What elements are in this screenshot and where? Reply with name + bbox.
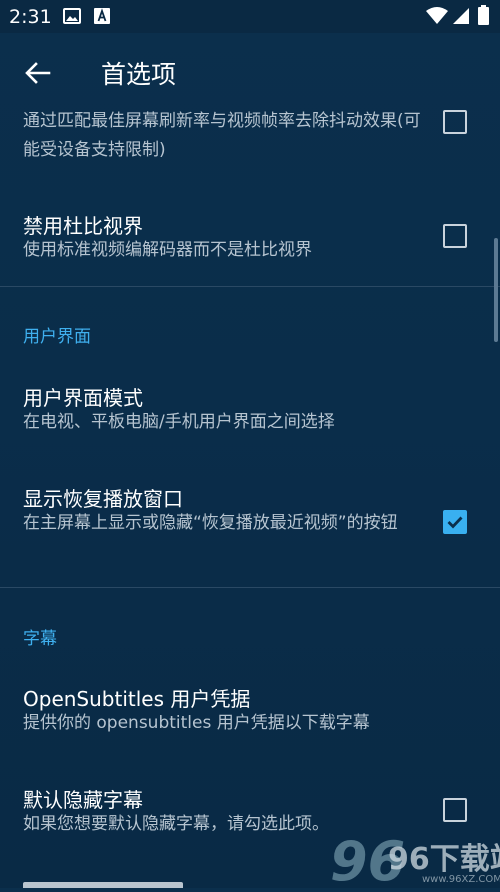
signal-icon — [453, 8, 469, 24]
pref-disable-dolby-vision[interactable]: 禁用杜比视界 使用标准视频编解码器而不是杜比视界 — [0, 196, 500, 284]
pref-show-resume-playback[interactable]: 显示恢复播放窗口 在主屏幕上显示或隐藏“恢复播放最近视频”的按钮 — [0, 468, 500, 578]
pref-summary: 使用标准视频编解码器而不是杜比视界 — [23, 240, 312, 260]
disable-dolby-vision-checkbox[interactable] — [443, 224, 467, 248]
hide-subtitles-checkbox[interactable] — [443, 798, 467, 822]
category-subtitles: 字幕 — [23, 629, 57, 649]
font-a-icon — [94, 8, 110, 24]
preferences-list[interactable]: 通过匹配最佳屏幕刷新率与视频帧率去除抖动效果(可能受设备支持限制) 禁用杜比视界… — [0, 108, 500, 888]
back-button[interactable] — [18, 53, 58, 93]
watermark-logo: 96 96下载站 www.96XZ.COM — [330, 830, 500, 892]
pref-title: 禁用杜比视界 — [23, 214, 143, 238]
pref-summary: 通过匹配最佳屏幕刷新率与视频帧率去除抖动效果(可能受设备支持限制) — [23, 111, 421, 160]
pref-summary: 提供你的 opensubtitles 用户凭据以下载字幕 — [23, 713, 370, 733]
watermark-text: 96下载站 — [388, 842, 500, 877]
pref-ui-mode[interactable]: 用户界面模式 在电视、平板电脑/手机用户界面之间选择 — [0, 366, 500, 446]
status-bar: 2:31 — [0, 0, 500, 33]
page-title: 首选项 — [101, 60, 177, 89]
app-bar: 首选项 — [0, 33, 500, 108]
category-user-interface: 用户界面 — [23, 327, 91, 347]
divider — [0, 286, 500, 287]
partial-title — [23, 882, 183, 888]
battery-icon — [478, 5, 489, 25]
pref-opensubtitles-credentials[interactable]: OpenSubtitles 用户凭据 提供你的 opensubtitles 用户… — [0, 668, 500, 748]
image-icon — [63, 8, 81, 24]
pref-title: OpenSubtitles 用户凭据 — [23, 687, 251, 711]
pref-title: 默认隐藏字幕 — [23, 788, 143, 812]
pref-refresh-rate[interactable]: 通过匹配最佳屏幕刷新率与视频帧率去除抖动效果(可能受设备支持限制) — [0, 108, 500, 186]
scrollbar[interactable] — [494, 238, 498, 342]
divider — [0, 587, 500, 588]
show-resume-checkbox[interactable] — [443, 510, 467, 534]
arrow-left-icon — [25, 62, 51, 84]
checkmark-icon — [447, 516, 463, 529]
pref-title: 用户界面模式 — [23, 386, 143, 410]
pref-title: 显示恢复播放窗口 — [23, 487, 183, 511]
watermark-url: www.96XZ.COM — [422, 874, 500, 885]
status-time: 2:31 — [9, 6, 52, 28]
pref-summary: 在电视、平板电脑/手机用户界面之间选择 — [23, 412, 335, 432]
wifi-icon — [426, 7, 448, 24]
refresh-rate-checkbox[interactable] — [443, 110, 467, 134]
pref-summary: 在主屏幕上显示或隐藏“恢复播放最近视频”的按钮 — [23, 513, 398, 533]
